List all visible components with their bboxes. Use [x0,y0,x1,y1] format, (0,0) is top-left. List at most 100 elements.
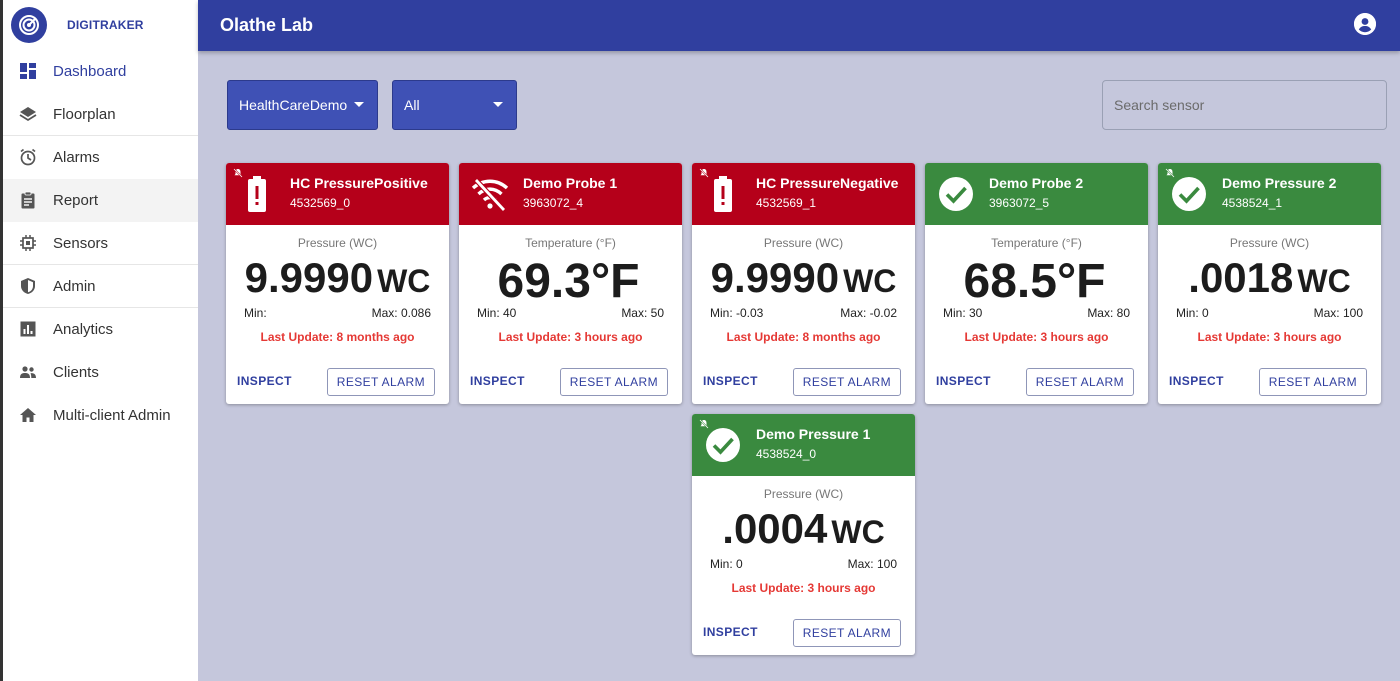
sidebar-item-report[interactable]: Report [3,179,198,222]
sidebar: DIGITRAKER Dashboard Floorplan Alarms Re… [0,0,198,681]
min-value: Min: 30 [943,306,983,320]
sensor-reading: .0018 WC [1158,254,1381,306]
inspect-button[interactable]: INSPECT [1169,374,1224,388]
sidebar-item-label: Analytics [53,320,114,338]
sidebar-item-alarms[interactable]: Alarms [3,136,198,179]
sidebar-item-label: Alarms [53,148,100,166]
reset-alarm-button[interactable]: RESET ALARM [792,619,901,647]
min-max: Min: 40 Max: 50 [459,306,682,320]
account-icon[interactable] [1354,13,1376,35]
sensor-id: 4532569_1 [756,196,817,210]
max-value: Max: 80 [1087,306,1130,320]
inspect-button[interactable]: INSPECT [703,374,758,388]
reading-value: 68.5°F [963,255,1106,308]
sensor-reading: .0004 WC [692,505,915,557]
sidebar-item-analytics[interactable]: Analytics [3,308,198,351]
card-actions: INSPECT RESET ALARM [692,368,915,396]
battery-alert-icon [238,175,276,213]
wifi-off-icon [471,175,509,213]
reset-alarm-button[interactable]: RESET ALARM [1025,368,1134,396]
card-actions: INSPECT RESET ALARM [692,619,915,647]
reading-unit: WC [831,514,885,550]
reset-alarm-button[interactable]: RESET ALARM [1258,368,1367,396]
max-value: Max: 0.086 [371,306,431,320]
sensor-name: Demo Pressure 1 [756,426,871,442]
sensor-reading: 69.3°F [459,254,682,308]
last-update: Last Update: 8 months ago [726,330,881,344]
sidebar-item-label: Dashboard [53,62,127,80]
measurement-type: Pressure (WC) [763,487,844,501]
group-select[interactable]: HealthCareDemo [227,80,378,130]
brand-name: DIGITRAKER [67,18,144,32]
reading-value: 9.9990 [710,254,840,301]
sensor-card: Demo Pressure 1 4538524_0 Pressure (WC) … [692,414,915,655]
sensor-id: 4532569_0 [290,196,351,210]
sensor-reading: 68.5°F [925,254,1148,308]
chevron-down-icon [493,102,503,107]
type-select[interactable]: All [392,80,517,130]
max-value: Max: 100 [847,557,897,571]
sensor-name: Demo Probe 1 [523,175,618,191]
sensor-id: 4538524_1 [1222,196,1283,210]
reading-value: .0004 [722,505,828,552]
check-circle-icon [1170,175,1208,213]
inspect-button[interactable]: INSPECT [703,625,758,639]
people-icon [19,363,37,381]
min-value: Min: 0 [710,557,743,571]
reset-alarm-button[interactable]: RESET ALARM [559,368,668,396]
reading-value: 9.9990 [244,254,374,301]
sensor-card: Demo Probe 1 3963072_4 Temperature (°F) … [459,163,682,404]
last-update: Last Update: 3 hours ago [964,330,1109,344]
card-header: HC PressurePositive 4532569_0 [226,163,449,225]
sensor-reading: 9.9990 WC [226,254,449,306]
card-actions: INSPECT RESET ALARM [226,368,449,396]
digitraker-logo-icon[interactable] [11,7,47,43]
sensor-card: HC PressureNegative 4532569_1 Pressure (… [692,163,915,404]
card-header: Demo Probe 1 3963072_4 [459,163,682,225]
min-value: Min: [244,306,267,320]
reading-unit: WC [377,263,431,299]
max-value: Max: -0.02 [840,306,897,320]
sensor-id: 3963072_5 [989,196,1050,210]
measurement-type: Pressure (WC) [297,236,378,250]
inspect-button[interactable]: INSPECT [936,374,991,388]
min-value: Min: 40 [477,306,517,320]
reset-alarm-button[interactable]: RESET ALARM [792,368,901,396]
min-max: Min: -0.03 Max: -0.02 [692,306,915,320]
reading-unit: WC [1297,263,1351,299]
max-value: Max: 50 [621,306,664,320]
min-max: Min: 0 Max: 100 [692,557,915,571]
sensor-name: Demo Pressure 2 [1222,175,1337,191]
inspect-button[interactable]: INSPECT [237,374,292,388]
inspect-button[interactable]: INSPECT [470,374,525,388]
group-select-value: HealthCareDemo [239,97,348,113]
shield-icon [19,277,37,295]
sidebar-item-dashboard[interactable]: Dashboard [3,50,198,93]
sidebar-item-admin[interactable]: Admin [3,265,198,308]
sidebar-item-label: Admin [53,277,96,295]
sensor-reading: 9.9990 WC [692,254,915,306]
sidebar-item-label: Multi-client Admin [53,406,171,424]
sidebar-item-floorplan[interactable]: Floorplan [3,93,198,136]
measurement-type: Temperature (°F) [525,236,616,250]
brand: DIGITRAKER [3,0,198,50]
last-update: Last Update: 3 hours ago [731,581,876,595]
sensor-card: Demo Pressure 2 4538524_1 Pressure (WC) … [1158,163,1381,404]
dashboard-icon [19,62,37,80]
home-icon [19,406,37,424]
search-input[interactable] [1102,80,1387,130]
chevron-down-icon [354,102,364,107]
bar-chart-icon [19,320,37,338]
reading-value: .0018 [1188,254,1294,301]
sensor-card: Demo Probe 2 3963072_5 Temperature (°F) … [925,163,1148,404]
clipboard-icon [19,191,37,209]
sensor-id: 3963072_4 [523,196,584,210]
card-header: HC PressureNegative 4532569_1 [692,163,915,225]
sidebar-item-label: Report [53,191,99,209]
min-max: Min: 30 Max: 80 [925,306,1148,320]
sidebar-item-sensors[interactable]: Sensors [3,222,198,265]
sidebar-item-clients[interactable]: Clients [3,351,198,394]
sidebar-item-multi-client-admin[interactable]: Multi-client Admin [3,394,198,437]
sensor-card: HC PressurePositive 4532569_0 Pressure (… [226,163,449,404]
reset-alarm-button[interactable]: RESET ALARM [326,368,435,396]
